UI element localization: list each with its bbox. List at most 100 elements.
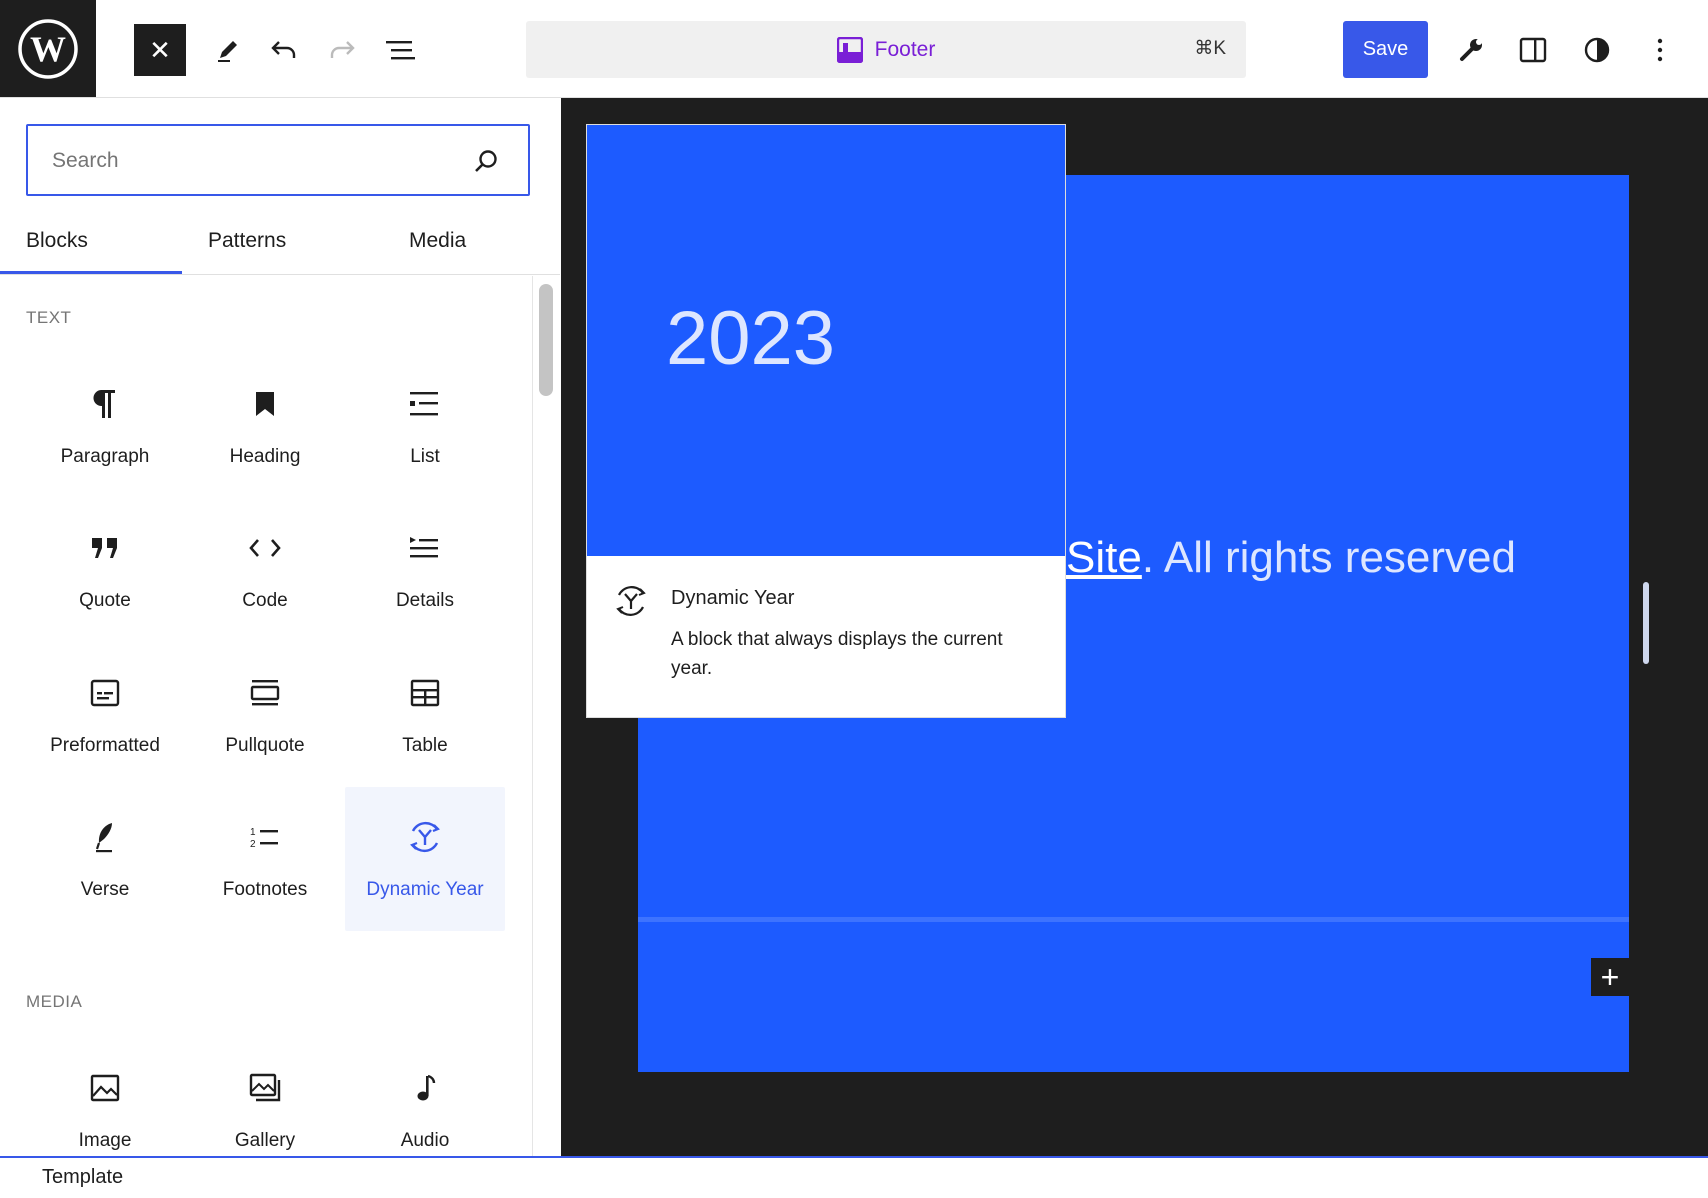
block-item-label: Table xyxy=(402,735,448,756)
image-icon xyxy=(90,1068,120,1108)
block-item-label: Verse xyxy=(80,879,130,900)
preview-block-title: Dynamic Year xyxy=(671,587,795,609)
editor-footer-breadcrumb: Template xyxy=(0,1156,1708,1198)
command-shortcut-label: ⌘K xyxy=(1194,38,1226,59)
command-palette-bar[interactable]: Footer ⌘K xyxy=(526,21,1246,78)
dynamic-year-icon xyxy=(407,817,443,857)
block-item-table[interactable]: Table xyxy=(345,643,505,787)
tab-media[interactable]: Media xyxy=(409,208,466,274)
edit-tools-button[interactable] xyxy=(208,27,248,73)
inserter-tabs: Blocks Patterns Media xyxy=(0,208,560,275)
document-overview-button[interactable] xyxy=(380,27,422,73)
block-item-footnotes[interactable]: 12 Footnotes xyxy=(185,787,345,931)
svg-text:W: W xyxy=(30,29,66,69)
undo-icon xyxy=(271,41,296,58)
contrast-icon xyxy=(1584,37,1610,63)
close-inserter-button[interactable]: ✕ xyxy=(134,24,186,76)
command-bar-title-group: Footer xyxy=(526,21,1246,78)
search-input[interactable] xyxy=(50,126,454,196)
sidebar-toggle-icon xyxy=(1519,37,1547,63)
block-item-label: Code xyxy=(242,590,288,611)
block-item-list[interactable]: List xyxy=(345,354,505,498)
search-box[interactable] xyxy=(26,124,530,196)
save-button[interactable]: Save xyxy=(1343,21,1428,78)
block-item-pullquote[interactable]: Pullquote xyxy=(185,643,345,787)
block-item-quote[interactable]: Quote xyxy=(25,498,185,642)
svg-text:2: 2 xyxy=(250,839,256,849)
scrollbar-thumb[interactable] xyxy=(539,284,553,396)
active-tab-indicator xyxy=(0,271,182,274)
svg-text:1: 1 xyxy=(250,827,256,838)
top-toolbar: W ✕ Footer ⌘K Save xyxy=(0,0,1708,98)
inserter-scrollbar[interactable] xyxy=(532,276,560,1156)
block-item-label: Dynamic Year xyxy=(366,879,484,900)
search-icon xyxy=(472,148,500,181)
block-preview-popover: 2023 Dynamic Year A block that always di… xyxy=(586,124,1066,718)
section-label-media: MEDIA xyxy=(26,992,83,1011)
pullquote-icon xyxy=(250,673,280,713)
breadcrumb-template[interactable]: Template xyxy=(42,1166,123,1189)
block-item-image[interactable]: Image xyxy=(25,1038,185,1156)
close-icon: ✕ xyxy=(149,34,171,65)
add-block-button[interactable]: + xyxy=(1591,958,1629,996)
details-icon xyxy=(410,528,440,568)
table-icon xyxy=(410,673,440,713)
command-bar-title: Footer xyxy=(874,37,936,61)
canvas-scrollbar[interactable] xyxy=(1643,582,1649,664)
block-inserter-panel: Blocks Patterns Media TEXT Paragraph Hea… xyxy=(0,98,560,1156)
preformatted-icon xyxy=(90,673,120,713)
block-item-label: Paragraph xyxy=(60,446,150,467)
separator-block[interactable] xyxy=(638,917,1629,922)
undo-button[interactable] xyxy=(264,27,304,73)
wordpress-logo-icon[interactable]: W xyxy=(0,0,96,97)
heading-icon xyxy=(253,384,277,424)
block-item-label: Details xyxy=(395,590,455,611)
settings-sidebar-button[interactable] xyxy=(1512,27,1554,73)
template-part-icon xyxy=(836,36,863,63)
block-item-paragraph[interactable]: Paragraph xyxy=(25,354,185,498)
block-item-heading[interactable]: Heading xyxy=(185,354,345,498)
plus-icon: + xyxy=(1600,958,1620,995)
footnotes-icon: 12 xyxy=(250,817,280,857)
list-icon xyxy=(410,384,440,424)
block-item-label: Quote xyxy=(79,590,131,611)
redo-icon xyxy=(330,41,355,58)
block-item-label: Gallery xyxy=(234,1130,296,1151)
block-item-label: Pullquote xyxy=(225,735,305,756)
block-item-label: List xyxy=(410,446,440,467)
block-preview-canvas: 2023 xyxy=(587,125,1065,556)
gallery-icon xyxy=(249,1068,281,1108)
code-icon xyxy=(248,528,282,568)
preview-block-description: A block that always displays the current… xyxy=(671,629,1003,679)
list-view-icon xyxy=(386,41,415,60)
preview-year-text: 2023 xyxy=(666,296,836,381)
block-item-audio[interactable]: Audio xyxy=(345,1038,505,1156)
section-label-text: TEXT xyxy=(26,308,72,327)
block-item-label: Heading xyxy=(229,446,301,467)
redo-button[interactable] xyxy=(322,27,362,73)
tab-patterns[interactable]: Patterns xyxy=(208,208,286,274)
block-item-details[interactable]: Details xyxy=(345,498,505,642)
wrench-icon xyxy=(1460,39,1482,61)
paragraph-icon xyxy=(91,384,119,424)
quote-icon xyxy=(90,528,120,568)
pencil-icon xyxy=(218,41,237,62)
block-item-label: Preformatted xyxy=(50,735,160,756)
block-item-verse[interactable]: Verse xyxy=(25,787,185,931)
block-item-preformatted[interactable]: Preformatted xyxy=(25,643,185,787)
options-menu-button[interactable] xyxy=(1642,27,1678,73)
block-item-label: Footnotes xyxy=(222,879,308,900)
block-item-dynamic-year[interactable]: Dynamic Year xyxy=(345,787,505,931)
block-item-label: Image xyxy=(78,1130,132,1151)
block-item-gallery[interactable]: Gallery xyxy=(185,1038,345,1156)
tab-blocks[interactable]: Blocks xyxy=(26,208,88,274)
dynamic-year-icon xyxy=(613,583,649,624)
block-item-code[interactable]: Code xyxy=(185,498,345,642)
verse-icon xyxy=(92,817,118,857)
tools-button[interactable] xyxy=(1450,27,1492,73)
copyright-line[interactable]: Site. All rights reserved xyxy=(1066,533,1516,583)
more-vertical-icon xyxy=(1657,38,1663,62)
site-link[interactable]: Site xyxy=(1066,533,1142,582)
block-item-label: Audio xyxy=(400,1130,450,1151)
styles-button[interactable] xyxy=(1576,27,1618,73)
